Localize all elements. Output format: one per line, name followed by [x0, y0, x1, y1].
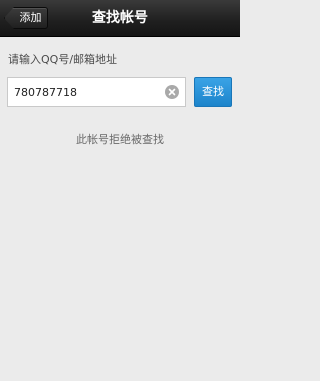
clear-icon[interactable] [165, 85, 179, 99]
back-button-label: 添加 [19, 11, 42, 24]
back-button[interactable]: 添加 [4, 7, 48, 29]
title-bar: 添加 查找帐号 [0, 0, 240, 37]
page-title: 查找帐号 [92, 10, 148, 26]
account-search-field[interactable] [7, 77, 186, 107]
search-button[interactable]: 查找 [194, 77, 232, 107]
account-search-input[interactable] [8, 78, 158, 106]
search-prompt-label: 请输入QQ号/邮箱地址 [8, 53, 118, 66]
result-message: 此帐号拒绝被查找 [76, 133, 164, 146]
